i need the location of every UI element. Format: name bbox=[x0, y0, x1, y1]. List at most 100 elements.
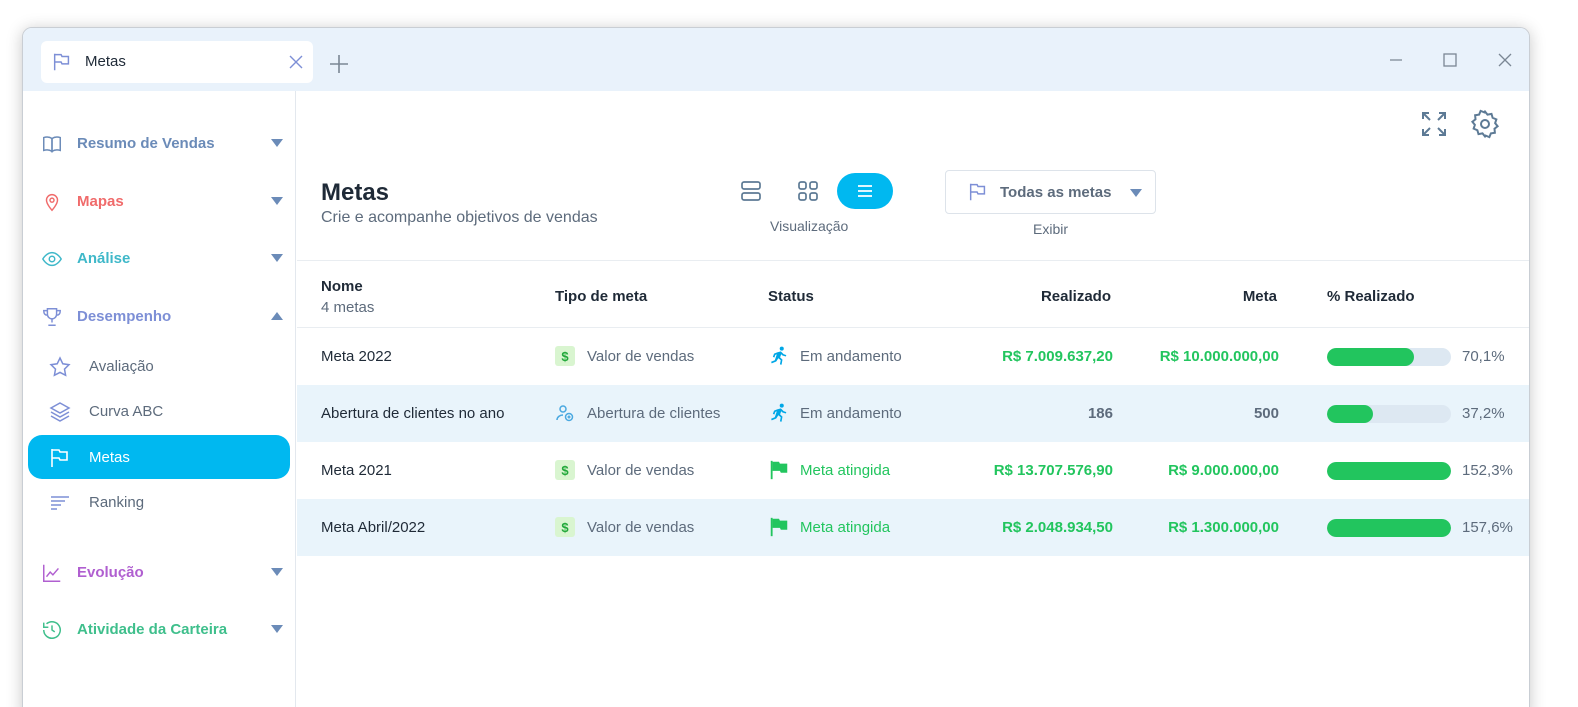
flag-icon bbox=[51, 449, 68, 467]
goal-name: Meta 2021 bbox=[321, 462, 392, 479]
maximize-icon[interactable] bbox=[1442, 52, 1458, 68]
list-icon bbox=[858, 185, 872, 197]
filter-caption: Exibir bbox=[1033, 221, 1069, 237]
sidebar-group-label: Mapas bbox=[77, 193, 124, 210]
new-tab-icon[interactable] bbox=[328, 53, 350, 75]
sidebar-group-mapas[interactable]: Mapas bbox=[23, 181, 296, 221]
goal-status: Em andamento bbox=[800, 348, 902, 365]
ranking-icon bbox=[51, 496, 69, 510]
view-caption: Visualização bbox=[770, 218, 849, 234]
sidebar-group-atividade-da-carteira[interactable]: Atividade da Carteira bbox=[23, 609, 296, 649]
goal-target: 500 bbox=[1253, 405, 1279, 422]
sidebar-group-label: Atividade da Carteira bbox=[77, 621, 228, 638]
sidebar-group-label: Evolução bbox=[77, 564, 144, 581]
sidebar-item-ranking[interactable]: Ranking bbox=[28, 480, 290, 524]
goal-type: Abertura de clientes bbox=[587, 405, 721, 422]
sidebar-item-metas[interactable]: Metas bbox=[28, 435, 290, 479]
goal-status: Em andamento bbox=[800, 405, 902, 422]
column-header-percent[interactable]: % Realizado bbox=[1327, 288, 1415, 305]
minimize-icon[interactable] bbox=[1388, 52, 1404, 68]
svg-text:$: $ bbox=[561, 349, 569, 364]
dollar-icon: $ bbox=[555, 517, 575, 537]
progress-bar bbox=[1327, 462, 1451, 480]
dollar-icon: $ bbox=[555, 460, 575, 480]
star-icon bbox=[49, 356, 71, 377]
progress-bar-fill bbox=[1327, 462, 1451, 480]
goal-realized: R$ 7.009.637,20 bbox=[1002, 348, 1113, 365]
goal-status: Meta atingida bbox=[800, 519, 891, 536]
goal-target: R$ 9.000.000,00 bbox=[1168, 462, 1279, 479]
progress-bar bbox=[1327, 348, 1451, 366]
gear-icon[interactable] bbox=[1470, 109, 1500, 139]
sidebar-group-label: Resumo de Vendas bbox=[77, 135, 215, 152]
table-header: Nome 4 metas Tipo de meta Status Realiza… bbox=[297, 260, 1529, 328]
progress-bar-fill bbox=[1327, 348, 1414, 366]
chevron-down-icon bbox=[271, 625, 283, 633]
layers-icon bbox=[49, 402, 71, 422]
running-icon bbox=[771, 346, 787, 365]
chevron-down-icon bbox=[271, 254, 283, 262]
page-subtitle: Crie e acompanhe objetivos de vendas bbox=[321, 209, 598, 226]
sidebar-item-label: Ranking bbox=[89, 494, 145, 511]
fullscreen-icon[interactable] bbox=[1419, 109, 1449, 139]
running-icon bbox=[771, 403, 787, 422]
table-body: Meta 2022 $ Valor de vendas Em andamento R$ … bbox=[297, 328, 1529, 556]
column-header-realized[interactable]: Realizado bbox=[1041, 288, 1111, 305]
flag-icon bbox=[969, 183, 986, 201]
table-row[interactable]: Abertura de clientes no ano Abertura de c… bbox=[297, 385, 1529, 442]
goal-type: Valor de vendas bbox=[587, 348, 695, 365]
sidebar-group-analise[interactable]: Análise bbox=[23, 238, 296, 278]
sidebar-group-evolucao[interactable]: Evolução bbox=[23, 552, 296, 592]
book-icon bbox=[43, 136, 61, 153]
view-rows-button[interactable] bbox=[723, 173, 779, 209]
close-window-icon[interactable] bbox=[1497, 52, 1513, 68]
goal-type: Valor de vendas bbox=[587, 519, 695, 536]
sidebar-item-label: Curva ABC bbox=[89, 403, 164, 420]
flag-icon bbox=[770, 460, 788, 480]
grid-icon bbox=[798, 181, 818, 201]
goal-realized: R$ 13.707.576,90 bbox=[993, 462, 1113, 479]
goal-name: Meta 2022 bbox=[321, 348, 392, 365]
view-grid-button[interactable] bbox=[780, 173, 836, 209]
app-window: Metas Resumo de Vendas Mapas Análise Des… bbox=[22, 27, 1530, 707]
sidebar: Resumo de Vendas Mapas Análise Desempenh… bbox=[23, 91, 296, 707]
filter-select[interactable]: Todas as metas bbox=[945, 170, 1156, 214]
svg-text:$: $ bbox=[561, 463, 569, 478]
goal-target: R$ 1.300.000,00 bbox=[1168, 519, 1279, 536]
sidebar-group-resumo-de-vendas[interactable]: Resumo de Vendas bbox=[23, 123, 296, 163]
flag-icon bbox=[53, 53, 70, 71]
main-content: Metas Crie e acompanhe objetivos de vend… bbox=[297, 91, 1529, 707]
title-bar: Metas bbox=[23, 28, 1529, 91]
trophy-icon bbox=[43, 308, 61, 326]
goal-realized: 186 bbox=[1087, 405, 1113, 422]
sidebar-group-label: Desempenho bbox=[77, 308, 172, 325]
rows-icon bbox=[741, 181, 761, 201]
table-row[interactable]: Meta Abril/2022 $ Valor de vendas Meta atin… bbox=[297, 499, 1529, 556]
chevron-down-icon bbox=[271, 568, 283, 576]
goal-percent: 70,1% bbox=[1462, 348, 1505, 365]
table-row[interactable]: Meta 2021 $ Valor de vendas Meta atingida R$… bbox=[297, 442, 1529, 499]
goal-type: Valor de vendas bbox=[587, 462, 695, 479]
goal-percent: 152,3% bbox=[1462, 462, 1513, 479]
progress-bar bbox=[1327, 519, 1451, 537]
map-pin-icon bbox=[45, 194, 59, 212]
tab-metas[interactable]: Metas bbox=[41, 41, 313, 83]
goal-target: R$ 10.000.000,00 bbox=[1159, 348, 1279, 365]
chevron-down-icon bbox=[1130, 189, 1142, 197]
sidebar-item-curva-abc[interactable]: Curva ABC bbox=[28, 389, 290, 433]
close-tab-icon[interactable] bbox=[289, 55, 303, 69]
sidebar-group-desempenho[interactable]: Desempenho bbox=[23, 296, 296, 336]
goal-percent: 37,2% bbox=[1462, 405, 1505, 422]
column-header-type[interactable]: Tipo de meta bbox=[555, 288, 647, 305]
column-header-goal[interactable]: Meta bbox=[1243, 288, 1277, 305]
svg-text:$: $ bbox=[561, 520, 569, 535]
chevron-up-icon bbox=[271, 312, 283, 320]
goal-realized: R$ 2.048.934,50 bbox=[1002, 519, 1113, 536]
goals-count: 4 metas bbox=[321, 299, 375, 316]
table-row[interactable]: Meta 2022 $ Valor de vendas Em andamento R$ … bbox=[297, 328, 1529, 385]
column-header-status[interactable]: Status bbox=[768, 288, 814, 305]
column-header-name[interactable]: Nome bbox=[321, 278, 363, 295]
sidebar-item-avaliacao[interactable]: Avaliação bbox=[28, 344, 290, 388]
eye-icon bbox=[41, 251, 63, 267]
view-list-button[interactable] bbox=[837, 173, 893, 209]
